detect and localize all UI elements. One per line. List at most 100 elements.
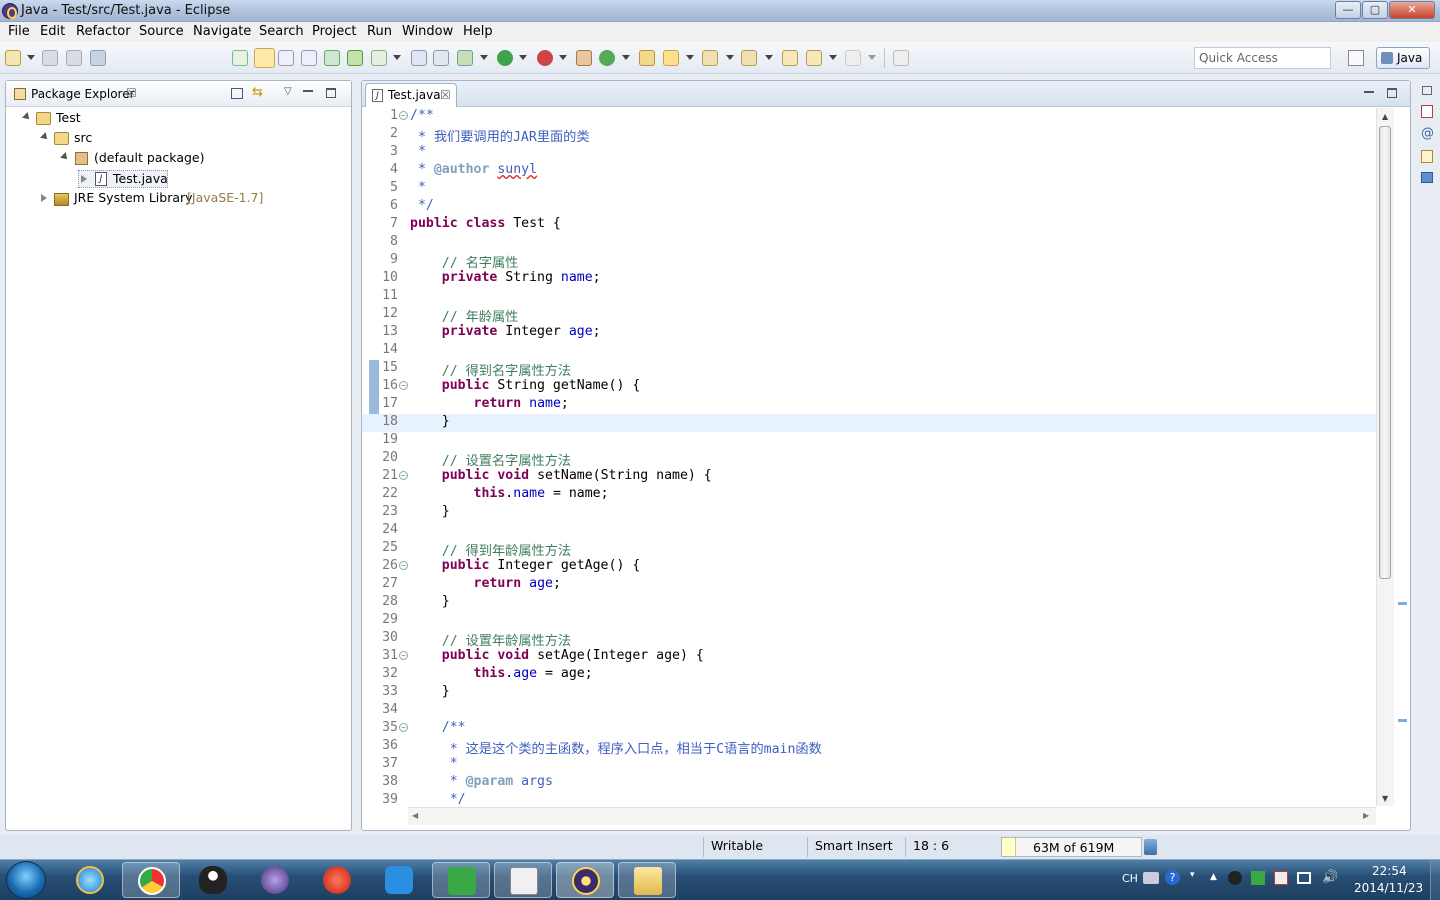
code-line[interactable]: 14: [362, 342, 1377, 360]
input-language[interactable]: CH: [1122, 872, 1138, 885]
scroll-up-icon[interactable]: ▲: [1382, 112, 1388, 121]
close-tab-icon[interactable]: ☒: [440, 88, 451, 102]
view-menu-icon[interactable]: ▽: [284, 86, 292, 97]
horizontal-scrollbar[interactable]: ◀ ▶: [408, 807, 1376, 825]
overview-marker[interactable]: [1398, 602, 1407, 605]
menu-project[interactable]: Project: [312, 24, 356, 39]
menu-search[interactable]: Search: [259, 24, 304, 39]
taskbar-explorer[interactable]: [618, 862, 676, 898]
fold-toggle-icon[interactable]: −: [399, 381, 408, 390]
vertical-scrollbar[interactable]: ▲ ▼: [1376, 108, 1394, 806]
code-line[interactable]: 1−/**: [362, 108, 1377, 126]
code-line[interactable]: 13 private Integer age;: [362, 324, 1377, 342]
prev-edit-dropdown-icon[interactable]: [765, 55, 773, 60]
code-line[interactable]: 7 public class Test {: [362, 216, 1377, 234]
volume-icon[interactable]: 🔊: [1322, 870, 1338, 885]
maximize-button[interactable]: ▢: [1362, 1, 1388, 19]
fold-toggle-icon[interactable]: −: [399, 561, 408, 570]
taskbar-app-red[interactable]: [308, 862, 366, 898]
taskbar-internet-explorer[interactable]: [61, 862, 119, 898]
expand-arrow-icon[interactable]: [60, 152, 70, 162]
new-icon[interactable]: [5, 50, 21, 66]
new-dropdown-icon[interactable]: [27, 55, 35, 60]
new-class-icon[interactable]: [599, 50, 615, 66]
taskbar-datasnap[interactable]: [494, 862, 552, 898]
open-type-icon[interactable]: [411, 50, 427, 66]
print-icon[interactable]: [90, 50, 106, 66]
code-line[interactable]: 19: [362, 432, 1377, 450]
code-line[interactable]: 2 * 我们要调用的JAR里面的类: [362, 126, 1377, 145]
code-line[interactable]: 21− public void setName(String name) {: [362, 468, 1377, 486]
code-line[interactable]: 31− public void setAge(Integer age) {: [362, 648, 1377, 666]
tree-item-test-java[interactable]: J Test.java: [78, 170, 168, 188]
show-hidden-icons[interactable]: ▲: [1210, 872, 1217, 882]
code-line[interactable]: 28 }: [362, 594, 1377, 612]
next-edit-icon[interactable]: [702, 50, 718, 66]
editor-tab-test-java[interactable]: J Test.java ☒: [365, 83, 457, 107]
code-line[interactable]: 38 * @param args: [362, 774, 1377, 792]
restore-icon[interactable]: [1422, 86, 1432, 95]
tree-item-jre-library[interactable]: JRE System Library [JavaSE-1.7]: [38, 190, 338, 208]
back-icon[interactable]: [806, 50, 822, 66]
menu-file[interactable]: File: [8, 24, 30, 39]
code-line[interactable]: 15 // 得到名字属性方法: [362, 360, 1377, 379]
open-type-folder-icon[interactable]: [639, 50, 655, 66]
search-icon[interactable]: [663, 50, 679, 66]
code-line[interactable]: 32 this.age = age;: [362, 666, 1377, 684]
code-line[interactable]: 22 this.name = name;: [362, 486, 1377, 504]
taskbar-app-green[interactable]: [432, 862, 490, 898]
outline-icon[interactable]: [1421, 105, 1433, 118]
menu-window[interactable]: Window: [402, 24, 453, 39]
code-line[interactable]: 10 private String name;: [362, 270, 1377, 288]
heap-status[interactable]: 63M of 619M: [1001, 837, 1142, 857]
scrollbar-thumb[interactable]: [1379, 126, 1391, 579]
skip-breakpoints-icon[interactable]: [433, 50, 449, 66]
expand-arrow-icon[interactable]: [22, 112, 32, 122]
forward-icon[interactable]: [845, 50, 861, 66]
menu-source[interactable]: Source: [139, 24, 184, 39]
search-dropdown-icon[interactable]: [686, 55, 694, 60]
minimize-editor-icon[interactable]: [1364, 91, 1374, 93]
menu-edit[interactable]: Edit: [40, 24, 65, 39]
code-line[interactable]: 16− public String getName() {: [362, 378, 1377, 396]
code-line[interactable]: 17 return name;: [362, 396, 1377, 414]
qq-tray-icon[interactable]: [1228, 871, 1242, 885]
minimize-view-icon[interactable]: [303, 90, 313, 92]
save-icon[interactable]: [42, 50, 58, 66]
help-icon[interactable]: ?: [1165, 870, 1180, 885]
link-with-editor-icon[interactable]: ⇆: [252, 86, 267, 100]
code-line[interactable]: 3 *: [362, 144, 1377, 162]
close-window-button[interactable]: ✕: [1389, 1, 1435, 19]
last-edit-location-icon[interactable]: [782, 50, 798, 66]
taskbar-chrome[interactable]: [122, 862, 180, 898]
scroll-right-icon[interactable]: ▶: [1363, 811, 1369, 820]
fold-toggle-icon[interactable]: −: [399, 111, 408, 120]
code-line[interactable]: 4 * @author sunyl: [362, 162, 1377, 180]
minimize-button[interactable]: —: [1335, 1, 1361, 19]
new-class-dropdown-icon[interactable]: [622, 55, 630, 60]
next-edit-dropdown-icon[interactable]: [726, 55, 734, 60]
save-all-icon[interactable]: [66, 50, 82, 66]
code-line[interactable]: 34: [362, 702, 1377, 720]
menu-navigate[interactable]: Navigate: [193, 24, 251, 39]
run-dropdown-icon[interactable]: [519, 55, 527, 60]
build-icon[interactable]: [347, 50, 363, 66]
debug-dropdown-icon[interactable]: [480, 55, 488, 60]
task-dropdown-icon[interactable]: [393, 55, 401, 60]
code-line[interactable]: 25 // 得到年龄属性方法: [362, 540, 1377, 559]
taskbar-app-blue[interactable]: [370, 862, 428, 898]
run-external-dropdown-icon[interactable]: [559, 55, 567, 60]
tray-arrow-icon[interactable]: ▾: [1190, 870, 1195, 880]
open-perspective-icon[interactable]: [1348, 50, 1364, 66]
mark-occurrences-icon[interactable]: [254, 48, 275, 68]
toggle-breadcrumb-icon[interactable]: [232, 50, 248, 66]
back-dropdown-icon[interactable]: [829, 55, 837, 60]
overview-marker[interactable]: [1398, 719, 1407, 722]
code-line[interactable]: 18 }: [362, 414, 1377, 432]
code-line[interactable]: 36 * 这是这个类的主函数，程序入口点，相当于C语言的main函数: [362, 738, 1377, 757]
console-icon[interactable]: [1421, 172, 1433, 183]
forward-dropdown-icon[interactable]: [868, 55, 876, 60]
code-line[interactable]: 27 return age;: [362, 576, 1377, 594]
clock-time[interactable]: 22:54: [1372, 864, 1407, 878]
code-line[interactable]: 24: [362, 522, 1377, 540]
